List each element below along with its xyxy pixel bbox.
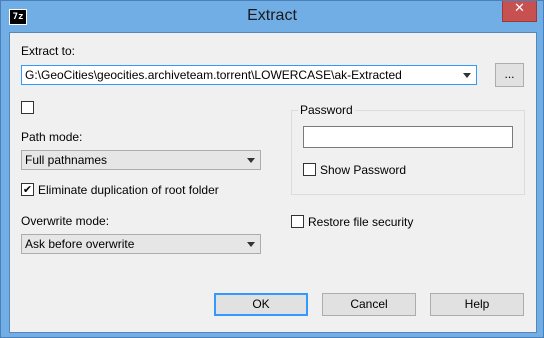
chevron-down-icon[interactable] (462, 66, 472, 84)
close-button[interactable]: ✕ (502, 1, 537, 22)
cancel-button[interactable]: Cancel (322, 293, 416, 316)
eliminate-duplication-checkbox[interactable]: ✔ (21, 183, 34, 196)
chevron-down-icon[interactable] (246, 235, 256, 253)
extra-option-checkbox[interactable] (21, 101, 34, 114)
extract-dialog: 7z Extract ✕ Extract to: G:\GeoCities\ge… (0, 0, 544, 338)
dialog-body: Extract to: G:\GeoCities\geocities.archi… (9, 32, 537, 333)
path-mode-select[interactable]: Full pathnames (21, 150, 261, 170)
path-mode-label: Path mode: (21, 130, 83, 144)
password-input[interactable] (303, 126, 513, 148)
password-group-label: Password (298, 103, 355, 117)
title-bar[interactable]: 7z Extract ✕ (1, 1, 543, 33)
path-mode-value: Full pathnames (25, 153, 108, 167)
browse-button[interactable]: ... (495, 63, 524, 87)
ok-button[interactable]: OK (214, 293, 308, 316)
restore-security-checkbox[interactable] (291, 215, 304, 228)
overwrite-mode-select[interactable]: Ask before overwrite (21, 234, 261, 254)
password-group (291, 110, 525, 195)
extract-path-value: G:\GeoCities\geocities.archiveteam.torre… (25, 68, 402, 82)
window-title: Extract (247, 7, 297, 24)
overwrite-mode-label: Overwrite mode: (21, 214, 110, 228)
chevron-down-icon[interactable] (246, 151, 256, 169)
restore-security-label[interactable]: Restore file security (308, 215, 413, 229)
show-password-checkbox[interactable] (303, 163, 316, 176)
extract-path-combo[interactable]: G:\GeoCities\geocities.archiveteam.torre… (21, 65, 477, 85)
eliminate-duplication-label[interactable]: Eliminate duplication of root folder (38, 183, 219, 197)
overwrite-mode-value: Ask before overwrite (25, 237, 135, 251)
help-button[interactable]: Help (430, 293, 524, 316)
show-password-label[interactable]: Show Password (320, 163, 406, 177)
extract-to-label: Extract to: (21, 44, 76, 58)
